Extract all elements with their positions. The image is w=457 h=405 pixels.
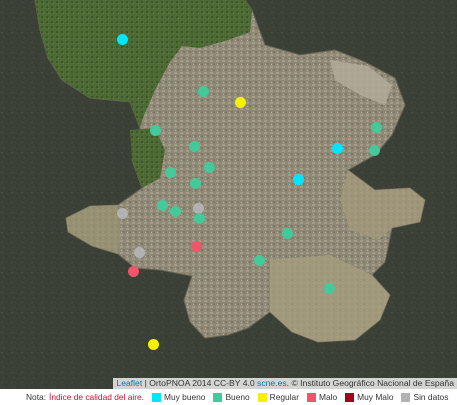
station-marker-bueno[interactable] <box>189 178 201 190</box>
attribution-source: OrtoPNOA 2014 CC-BY 4.0 <box>149 378 258 388</box>
legend-item: Regular <box>257 392 300 402</box>
station-marker-sin-datos[interactable] <box>134 246 145 258</box>
satellite-basemap[interactable] <box>0 0 457 389</box>
legend-label: Bueno <box>225 392 250 402</box>
station-marker-bueno[interactable] <box>204 161 216 173</box>
station-marker-bueno[interactable] <box>170 205 182 217</box>
legend-label: Malo <box>319 392 338 402</box>
legend-label: Muy bueno <box>164 392 206 402</box>
legend-swatch <box>345 392 355 402</box>
station-marker-malo[interactable] <box>127 266 139 277</box>
legend-swatch <box>257 392 267 402</box>
station-marker-muy-bueno[interactable] <box>331 142 343 154</box>
legend: Nota: Índice de calidad del aire. Muy bu… <box>0 389 457 405</box>
legend-item: Malo <box>307 392 337 402</box>
station-marker-bueno[interactable] <box>188 141 200 153</box>
station-marker-bueno[interactable] <box>197 86 209 98</box>
legend-label: Muy Malo <box>357 392 394 402</box>
legend-item: Sin datos <box>401 392 448 402</box>
attribution-rest: . © Instituto Geográfico Nacional de Esp… <box>286 378 454 388</box>
legend-item: Bueno <box>213 392 250 402</box>
legend-swatch <box>152 392 162 402</box>
station-marker-bueno[interactable] <box>323 282 335 294</box>
station-marker-bueno[interactable] <box>370 121 382 133</box>
map[interactable]: Leaflet | OrtoPNOA 2014 CC-BY 4.0 scne.e… <box>0 0 457 389</box>
legend-note: Nota: <box>26 392 47 402</box>
legend-item: Muy bueno <box>152 392 205 402</box>
legend-swatch <box>307 392 317 402</box>
legend-swatch <box>401 392 411 402</box>
legend-items: Muy bueno Bueno Regular Malo Muy Malo Sin dat… <box>152 392 456 402</box>
attribution: Leaflet | OrtoPNOA 2014 CC-BY 4.0 scne.e… <box>113 378 457 389</box>
station-marker-bueno[interactable] <box>282 227 294 239</box>
station-marker-bueno[interactable] <box>149 124 161 136</box>
scne-link[interactable]: scne.es <box>257 378 287 388</box>
legend-item: Muy Malo <box>345 392 393 402</box>
legend-label: Regular <box>269 392 300 402</box>
aqi-link[interactable]: Índice de calidad del aire. <box>49 392 144 402</box>
station-marker-bueno[interactable] <box>193 212 205 224</box>
station-marker-bueno[interactable] <box>253 255 265 266</box>
station-marker-muy-bueno[interactable] <box>292 174 304 185</box>
leaflet-link[interactable]: Leaflet <box>116 378 142 388</box>
legend-label: Sin datos <box>413 392 449 402</box>
legend-swatch <box>213 392 223 402</box>
